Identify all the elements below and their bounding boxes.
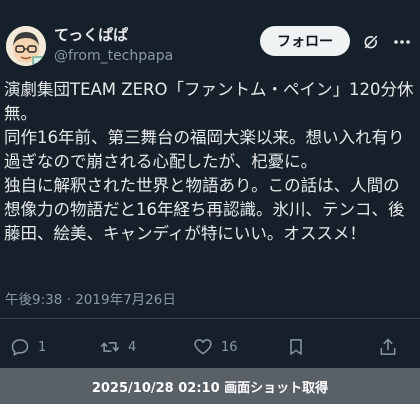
follow-button[interactable]: フォロー <box>260 26 350 56</box>
bookmark-icon <box>290 339 302 355</box>
user-handle[interactable]: @from_techpapa <box>54 46 173 66</box>
timestamp-separator: · <box>66 292 71 308</box>
like-count: 16 <box>221 339 238 355</box>
grok-icon[interactable] <box>362 33 380 51</box>
tweet-header: てっくぱぱ @from_techpapa フォロー <box>6 24 414 68</box>
screenshot-caption: 2025/10/28 02:10 画面ショット取得 <box>91 380 329 396</box>
bookmark-button[interactable] <box>286 332 306 362</box>
reply-icon <box>11 339 29 356</box>
share-button[interactable] <box>378 332 398 362</box>
cartoon-avatar-icon[interactable] <box>6 26 46 66</box>
tweet-time[interactable]: 午後9:38 <box>5 292 62 308</box>
screenshot-caption-bar: 2025/10/28 02:10 画面ショット取得 <box>0 368 420 404</box>
reply-count: 1 <box>38 339 47 355</box>
retweet-icon <box>100 342 120 352</box>
retweet-button[interactable]: 4 <box>100 332 136 362</box>
display-name[interactable]: てっくぱぱ <box>54 25 173 45</box>
tweet-timestamp[interactable]: 午後9:38 · 2019年7月26日 <box>5 288 176 308</box>
tweet-actions: 1 4 16 <box>0 332 420 362</box>
like-button[interactable]: 16 <box>193 332 238 362</box>
share-icon <box>380 338 396 355</box>
reply-button[interactable]: 1 <box>10 332 46 362</box>
retweet-count: 4 <box>128 339 137 355</box>
tweet-card: てっくぱぱ @from_techpapa フォロー 演劇集団TEAM ZERO「… <box>0 0 420 368</box>
heart-icon <box>194 339 212 355</box>
more-icon[interactable] <box>392 34 412 50</box>
user-info[interactable]: てっくぱぱ @from_techpapa <box>54 25 173 66</box>
tweet-date[interactable]: 2019年7月26日 <box>75 292 176 308</box>
tweet-text: 演劇集団TEAM ZERO「ファントム・ペイン」120分休無。 同作16年前、第… <box>4 80 414 243</box>
divider <box>0 318 420 319</box>
